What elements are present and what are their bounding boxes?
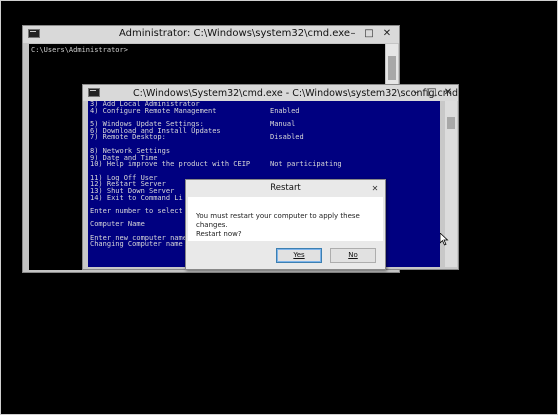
dialog-title: Restart — [186, 180, 385, 196]
dialog-body: You must restart your computer to apply … — [188, 197, 383, 241]
sconfig-line: 7) Remote Desktop: Disabled — [90, 134, 440, 141]
sconfig-scroll-thumb[interactable] — [447, 117, 455, 129]
close-icon[interactable]: ✕ — [369, 183, 381, 194]
restart-dialog: Restart ✕ You must restart your computer… — [185, 179, 386, 270]
mouse-cursor-icon — [440, 233, 449, 246]
close-icon[interactable]: ✕ — [381, 28, 393, 39]
cmd-window-title: Administrator: C:\Windows\system32\cmd.e… — [119, 28, 351, 39]
cmd-titlebar[interactable]: Administrator: C:\Windows\system32\cmd.e… — [23, 26, 399, 43]
sconfig-line-value: Enabled — [270, 106, 300, 115]
sconfig-line-value: Not participating — [270, 160, 342, 169]
sconfig-line-value: Disabled — [270, 133, 304, 142]
cmd-prompt: C:\Users\Administrator> — [31, 46, 128, 54]
maximize-icon[interactable]: □ — [426, 87, 438, 98]
no-button[interactable]: No — [330, 248, 376, 263]
yes-label: Yes — [293, 251, 305, 259]
close-icon[interactable]: ✕ — [442, 87, 454, 98]
minimize-icon[interactable]: – — [410, 87, 422, 98]
dialog-message-line1: You must restart your computer to apply … — [196, 212, 360, 229]
maximize-icon[interactable]: □ — [363, 28, 375, 39]
yes-button[interactable]: Yes — [276, 248, 322, 263]
cmd-scroll-thumb[interactable] — [388, 56, 396, 80]
dialog-message-line2: Restart now? — [196, 230, 242, 238]
sconfig-line: 10) Help improve the product with CEIP No… — [90, 161, 440, 168]
sconfig-line-value: Manual — [270, 120, 296, 129]
cmd-app-icon[interactable] — [28, 29, 40, 38]
no-label: No — [348, 251, 358, 259]
sconfig-titlebar[interactable]: C:\Windows\System32\cmd.exe - C:\Windows… — [83, 85, 458, 101]
sconfig-line-text: Changing Computer name — [90, 240, 183, 249]
sconfig-line: 4) Configure Remote Management Enabled — [90, 106, 440, 115]
dialog-message: You must restart your computer to apply … — [196, 212, 376, 239]
minimize-icon[interactable]: – — [347, 28, 359, 39]
sconfig-app-icon[interactable] — [88, 88, 100, 97]
